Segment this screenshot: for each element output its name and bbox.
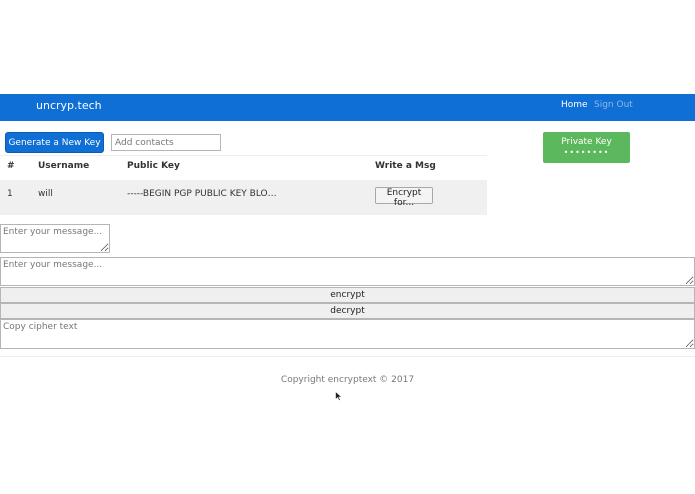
footer-copyright: Copyright encryptext © 2017 <box>280 375 415 385</box>
row-username: will <box>38 189 53 199</box>
column-header-username: Username <box>38 161 90 171</box>
mouse-cursor-icon <box>335 391 343 401</box>
column-header-public-key: Public Key <box>127 161 180 171</box>
brand-logo-text[interactable]: uncryp.tech <box>36 99 102 112</box>
private-key-masked-value: •••••••• <box>563 148 610 157</box>
column-header-number: # <box>7 161 15 171</box>
private-key-label: Private Key <box>561 137 612 147</box>
generate-key-button[interactable]: Generate a New Key <box>5 132 104 153</box>
message-input-small[interactable] <box>0 224 110 253</box>
row-number: 1 <box>7 189 13 199</box>
nav-home-link[interactable]: Home <box>561 100 588 110</box>
decrypt-button[interactable]: decrypt <box>0 303 695 319</box>
private-key-button[interactable]: Private Key •••••••• <box>543 132 630 163</box>
footer-divider <box>0 356 695 357</box>
top-navbar: uncryp.tech Home Sign Out <box>0 94 695 121</box>
row-public-key: -----BEGIN PGP PUBLIC KEY BLO… <box>127 189 277 199</box>
encrypt-button[interactable]: encrypt <box>0 287 695 303</box>
message-input[interactable] <box>0 257 695 286</box>
table-divider <box>0 155 487 156</box>
encrypt-for-button[interactable]: Encrypt for... <box>375 187 433 208</box>
add-contacts-input[interactable] <box>111 134 221 151</box>
table-row: 1 will -----BEGIN PGP PUBLIC KEY BLO… En… <box>0 180 487 215</box>
cipher-text-input[interactable] <box>0 319 695 349</box>
column-header-write-msg: Write a Msg <box>375 161 436 171</box>
nav-sign-out-link[interactable]: Sign Out <box>594 100 633 110</box>
page: uncryp.tech Home Sign Out Generate a New… <box>0 0 695 494</box>
